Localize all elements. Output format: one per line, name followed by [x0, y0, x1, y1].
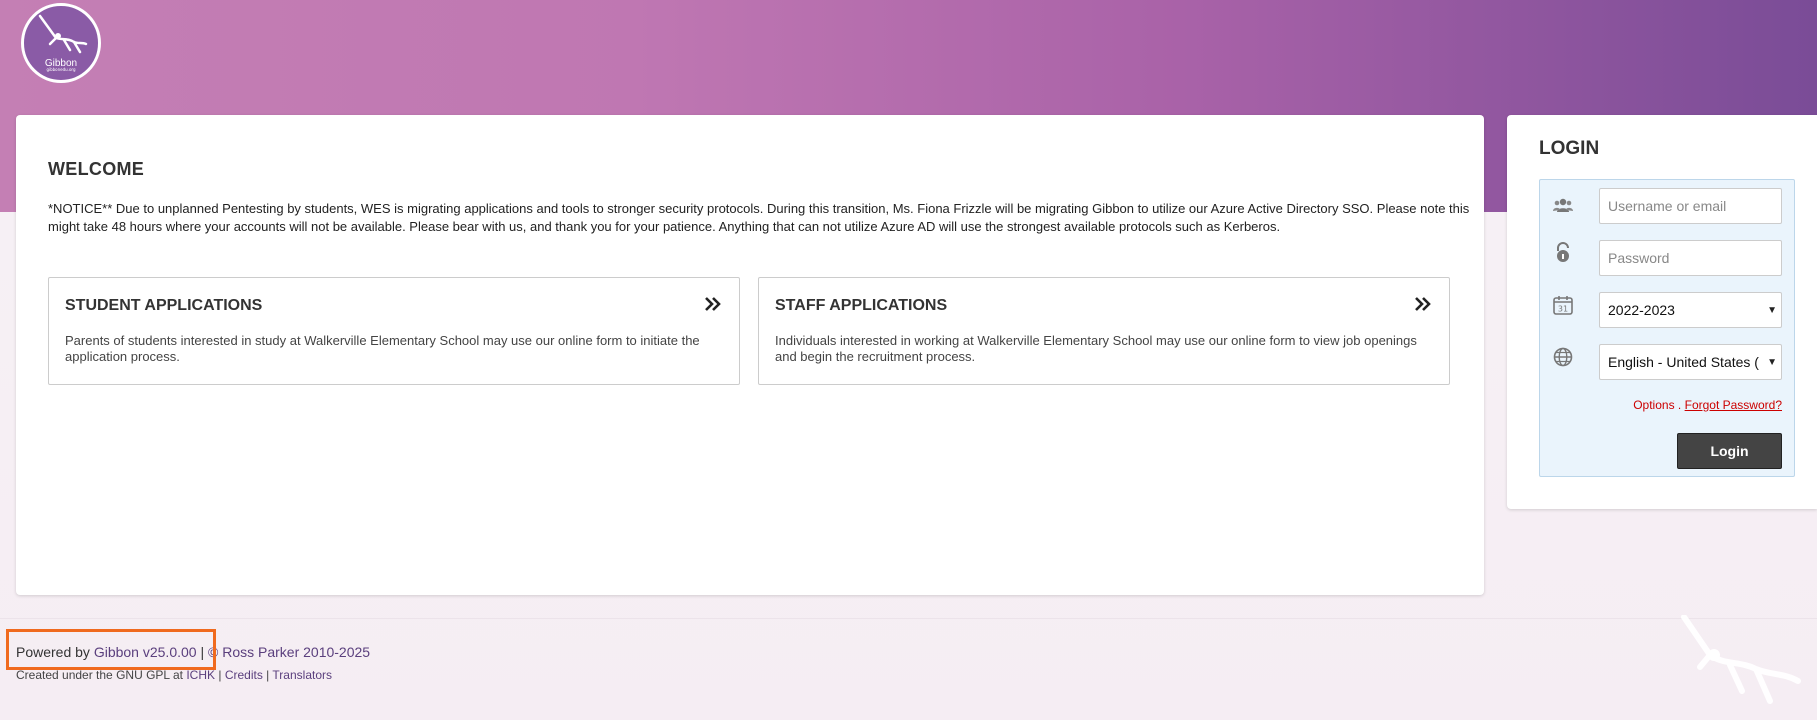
users-icon — [1553, 198, 1573, 212]
welcome-card: WELCOME *NOTICE** Due to unplanned Pente… — [16, 115, 1484, 595]
calendar-icon: 31 — [1553, 296, 1573, 315]
footer-separator: | — [218, 668, 222, 682]
lock-icon — [1557, 242, 1569, 262]
translators-link[interactable]: Translators — [272, 668, 332, 682]
language-select[interactable]: English - United States ( ▼ — [1599, 344, 1782, 380]
student-applications-title: STUDENT APPLICATIONS — [65, 297, 263, 314]
double-chevron-right-icon[interactable] — [1413, 294, 1433, 314]
chevron-down-icon: ▼ — [1767, 304, 1777, 316]
credits-link[interactable]: Credits — [225, 668, 263, 682]
globe-icon — [1553, 347, 1573, 367]
gibbon-logo[interactable]: Gibbon gibbonedu.org — [21, 3, 101, 83]
login-form: Username or email Password 31 2022-2023 … — [1539, 179, 1795, 477]
chevron-down-icon: ▼ — [1767, 356, 1777, 368]
options-separator: . — [1677, 398, 1682, 412]
footer-divider — [0, 618, 1817, 619]
footer-credits: Created under the GNU GPL at ICHK | Cred… — [16, 668, 332, 682]
created-text: Created under the GNU GPL at — [16, 668, 183, 682]
copyright-link[interactable]: © Ross Parker 2010-2025 — [208, 644, 370, 660]
login-card: LOGIN Username or email Password 31 2022… — [1507, 115, 1817, 509]
gibbon-watermark-icon — [1681, 615, 1801, 704]
logo-text: Gibbon — [44, 58, 78, 69]
highlight-annotation — [6, 629, 216, 670]
options-link[interactable]: Options — [1633, 398, 1674, 412]
double-chevron-right-icon[interactable] — [703, 294, 723, 314]
svg-text:31: 31 — [1558, 305, 1568, 314]
login-button[interactable]: Login — [1677, 433, 1782, 469]
forgot-password-link[interactable]: Forgot Password? — [1685, 398, 1782, 412]
staff-applications-description: Individuals interested in working at Wal… — [775, 333, 1417, 364]
staff-applications-card[interactable]: STAFF APPLICATIONS Individuals intereste… — [758, 277, 1450, 385]
gibbon-figure-icon — [38, 14, 88, 54]
language-value: English - United States ( — [1608, 354, 1759, 370]
password-input[interactable]: Password — [1599, 240, 1782, 276]
footer-separator: | — [266, 668, 270, 682]
notice-text: *NOTICE** Due to unplanned Pentesting by… — [48, 201, 1470, 234]
ichk-link[interactable]: ICHK — [186, 668, 215, 682]
login-options: Options . Forgot Password? — [1633, 398, 1782, 412]
staff-applications-title: STAFF APPLICATIONS — [775, 297, 948, 314]
student-applications-description: Parents of students interested in study … — [65, 333, 700, 364]
login-title: LOGIN — [1539, 138, 1600, 159]
username-input[interactable]: Username or email — [1599, 188, 1782, 224]
student-applications-card[interactable]: STUDENT APPLICATIONS Parents of students… — [48, 277, 740, 385]
school-year-select[interactable]: 2022-2023 ▼ — [1599, 292, 1782, 328]
welcome-title: WELCOME — [48, 159, 145, 179]
school-year-value: 2022-2023 — [1608, 302, 1675, 318]
